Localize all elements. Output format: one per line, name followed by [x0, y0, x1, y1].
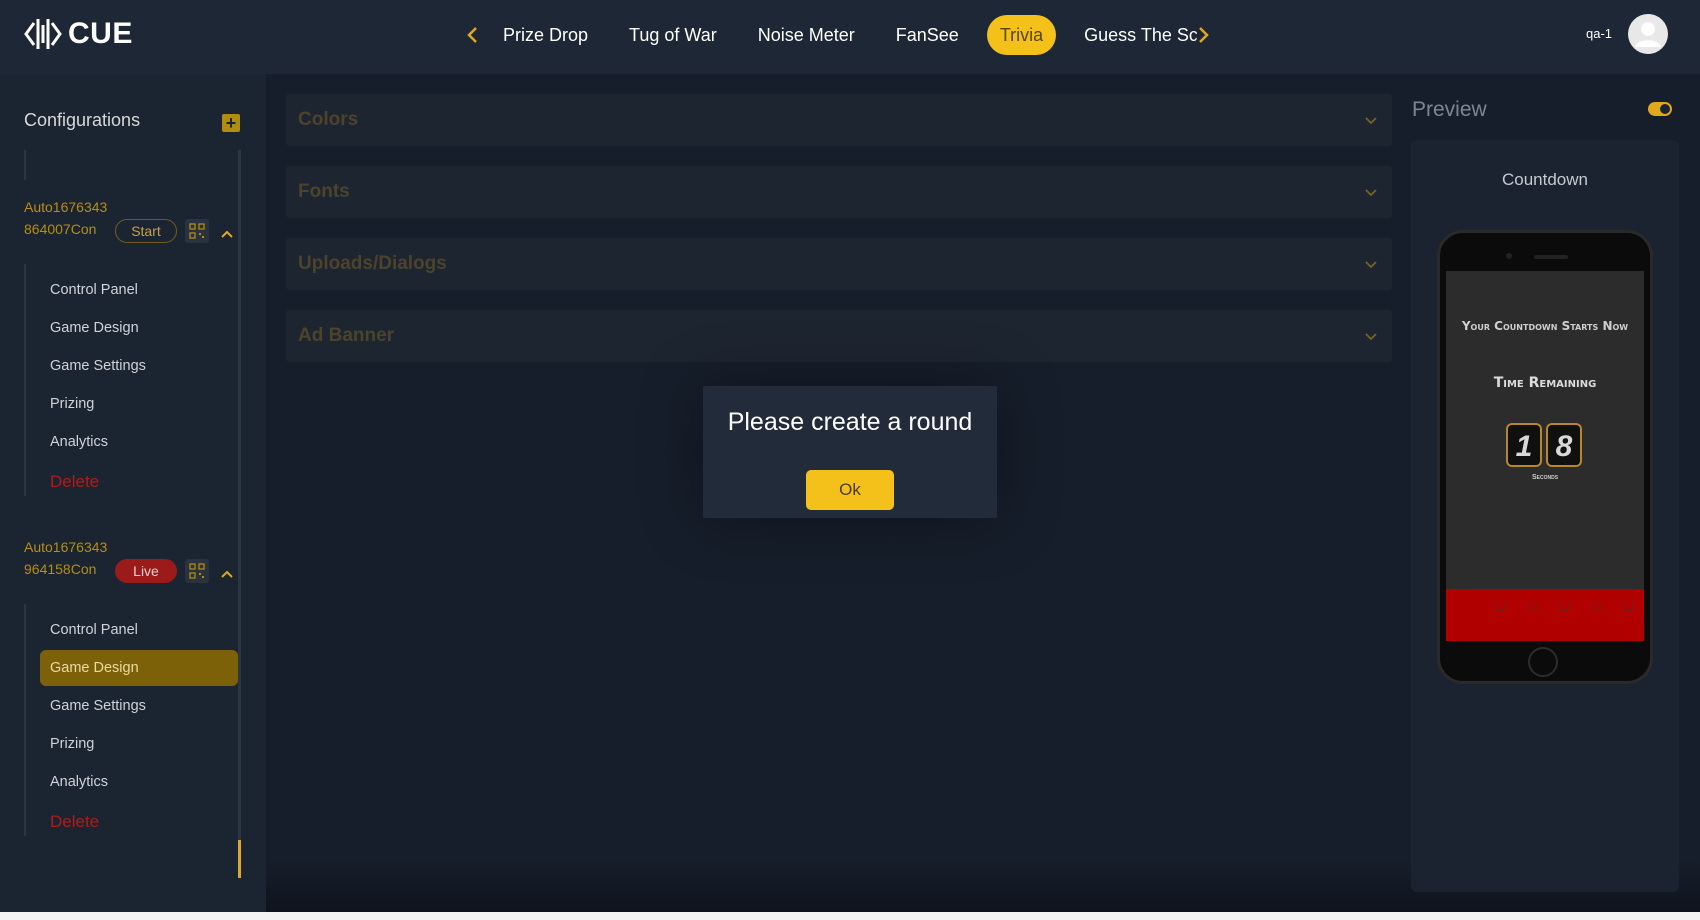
- sidebar-scrollbar-thumb[interactable]: [238, 840, 241, 878]
- delete-config-button[interactable]: Delete: [40, 464, 238, 500]
- section-label: Colors: [298, 109, 359, 130]
- menu-game-settings[interactable]: Game Settings: [40, 348, 238, 384]
- seconds-label: Seconds: [1531, 474, 1559, 481]
- user-icon: [1635, 22, 1661, 47]
- tab-tug-of-war[interactable]: Tug of War: [616, 15, 730, 55]
- preview-title: Preview: [1412, 98, 1487, 121]
- top-bar: CUE Prize Drop Tug of War Noise Meter Fa…: [0, 0, 1700, 74]
- menu-analytics[interactable]: Analytics: [40, 424, 238, 460]
- trophy-icon: [1496, 601, 1506, 611]
- sidebar-scrollbar[interactable]: [238, 150, 241, 878]
- section-uploads-dialogs[interactable]: Uploads/Dialogs: [286, 238, 1392, 290]
- chevron-left-icon: [467, 27, 477, 43]
- qr-code-button[interactable]: [185, 559, 209, 583]
- config-name[interactable]: Auto1676343964158Con: [24, 536, 114, 580]
- tab-noise-meter[interactable]: Noise Meter: [745, 15, 868, 55]
- preview-toggle[interactable]: [1648, 102, 1672, 116]
- menu-prizing[interactable]: Prizing: [40, 726, 238, 762]
- ok-button[interactable]: Ok: [806, 470, 894, 510]
- gift-icon: [1624, 601, 1634, 611]
- phone-mockup: Your Countdown Starts Now Time Remaining…: [1437, 230, 1653, 684]
- menu-game-settings[interactable]: Game Settings: [40, 688, 238, 724]
- menu-analytics[interactable]: Analytics: [40, 764, 238, 800]
- game-tabs: Prize Drop Tug of War Noise Meter FanSee…: [490, 15, 1197, 55]
- tab-guess-the-score[interactable]: Guess The Sco: [1071, 15, 1197, 55]
- configurations-title: Configurations: [24, 110, 141, 130]
- preview-subtitle: Countdown: [1501, 170, 1588, 189]
- sidebar: Configurations + Auto1676343864007Con St…: [0, 74, 266, 920]
- config-name[interactable]: Auto1676343864007Con: [24, 196, 114, 240]
- tab-fansee[interactable]: FanSee: [883, 15, 972, 55]
- chevron-down-icon: [1365, 333, 1377, 341]
- cue-logo-icon: [24, 19, 62, 49]
- menu-control-panel[interactable]: Control Panel: [40, 612, 238, 648]
- phone-home-button: [1528, 647, 1558, 677]
- collapse-config-toggle[interactable]: [220, 226, 234, 238]
- user-icon: [1592, 601, 1602, 611]
- phone-speaker: [1534, 255, 1568, 259]
- countdown-digit: 8: [1546, 423, 1582, 467]
- status-badge-start[interactable]: Start: [115, 219, 177, 243]
- tree-line: [24, 150, 26, 180]
- chevron-down-icon: [1365, 261, 1377, 269]
- nav-next-arrow[interactable]: [1190, 20, 1216, 50]
- preview-panel: Countdown Your Countdown Starts Now Time…: [1411, 140, 1679, 892]
- section-ad-banner[interactable]: Ad Banner: [286, 310, 1392, 362]
- section-label: Uploads/Dialogs: [298, 253, 447, 274]
- chevron-down-icon: [1365, 117, 1377, 125]
- menu-game-design[interactable]: Game Design: [40, 310, 238, 346]
- plus-icon: +: [225, 113, 237, 133]
- chevron-up-icon: [221, 230, 233, 238]
- logo-text: CUE: [68, 17, 133, 50]
- menu-prizing[interactable]: Prizing: [40, 386, 238, 422]
- alert-dialog: Please create a round Ok: [703, 386, 997, 518]
- heart-icon: [1528, 601, 1538, 611]
- bottom-strip: [0, 912, 1700, 920]
- collapse-config-toggle[interactable]: [220, 566, 234, 578]
- tab-prize-drop[interactable]: Prize Drop: [490, 15, 601, 55]
- nav-prev-arrow[interactable]: [460, 20, 486, 50]
- section-colors[interactable]: Colors: [286, 94, 1392, 146]
- phone-footer-bar: [1446, 589, 1644, 641]
- user-name: qa-1: [1586, 26, 1613, 41]
- menu-game-design[interactable]: Game Design: [40, 650, 238, 686]
- add-configuration-button[interactable]: +: [222, 114, 240, 132]
- dialog-message: Please create a round: [727, 408, 973, 436]
- tree-line: [24, 604, 26, 836]
- avatar[interactable]: [1628, 14, 1668, 54]
- time-remaining-label: Time Remaining: [1493, 375, 1597, 391]
- scan-icon: [1560, 601, 1570, 611]
- countdown-digit: 1: [1506, 423, 1542, 467]
- section-fonts[interactable]: Fonts: [286, 166, 1392, 218]
- menu-control-panel[interactable]: Control Panel: [40, 272, 238, 308]
- status-badge-live[interactable]: Live: [115, 559, 177, 583]
- tab-trivia[interactable]: Trivia: [986, 15, 1057, 55]
- section-label: Ad Banner: [298, 325, 395, 346]
- delete-config-button[interactable]: Delete: [40, 804, 238, 840]
- phone-camera: [1506, 253, 1512, 259]
- section-label: Fonts: [298, 181, 350, 202]
- chevron-up-icon: [221, 570, 233, 578]
- phone-screen: Your Countdown Starts Now Time Remaining…: [1446, 271, 1644, 641]
- tree-line: [24, 264, 26, 496]
- chevron-right-icon: [1199, 27, 1209, 43]
- qr-code-icon: [189, 223, 205, 239]
- chevron-down-icon: [1365, 189, 1377, 197]
- qr-code-button[interactable]: [185, 219, 209, 243]
- countdown-heading: Your Countdown Starts Now: [1461, 319, 1629, 333]
- logo[interactable]: CUE: [24, 14, 133, 54]
- qr-code-icon: [189, 563, 205, 579]
